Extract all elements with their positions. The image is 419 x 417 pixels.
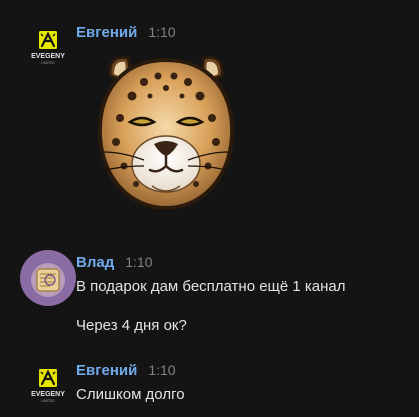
logo-sublabel: LIMITED xyxy=(41,61,55,65)
message-time[interactable]: 1:10 xyxy=(148,24,175,40)
message-group: EVEGENY LIMITED Евгений 1:10 xyxy=(0,0,419,225)
logo-label: EVEGENY xyxy=(31,53,65,60)
message-group: EVEGENY LIMITED Евгений 1:10 Слишком дол… xyxy=(0,352,419,417)
chat-history: EVEGENY LIMITED Евгений 1:10 Влад 1:10 В… xyxy=(0,0,419,417)
message-header: Влад 1:10 xyxy=(76,254,152,274)
sticker[interactable] xyxy=(92,48,240,216)
message-text: В подарок дам бесплатно ещё 1 канал xyxy=(76,278,346,295)
author-name[interactable]: Евгений xyxy=(76,24,137,41)
leopard-sticker-icon xyxy=(97,55,235,211)
vlad-avatar-icon xyxy=(20,250,76,306)
message-text: Через 4 дня ок? xyxy=(76,317,187,334)
author-name[interactable]: Влад xyxy=(76,254,114,271)
message-time[interactable]: 1:10 xyxy=(125,254,152,270)
evgeny-logo-icon: EVEGENY LIMITED xyxy=(31,369,65,403)
message-time[interactable]: 1:10 xyxy=(148,362,175,378)
avatar[interactable]: EVEGENY LIMITED xyxy=(20,18,76,74)
avatar[interactable]: EVEGENY LIMITED xyxy=(20,356,76,412)
message-header: Евгений 1:10 xyxy=(76,362,176,382)
message-group: Влад 1:10 В подарок дам бесплатно ещё 1 … xyxy=(0,240,419,340)
logo-sublabel: LIMITED xyxy=(41,399,55,403)
message-header: Евгений 1:10 xyxy=(76,24,176,44)
avatar[interactable] xyxy=(20,250,76,306)
message-text: Слишком долго xyxy=(76,386,185,403)
author-name[interactable]: Евгений xyxy=(76,362,137,379)
evgeny-logo-icon: EVEGENY LIMITED xyxy=(31,31,65,65)
logo-label: EVEGENY xyxy=(31,391,65,398)
